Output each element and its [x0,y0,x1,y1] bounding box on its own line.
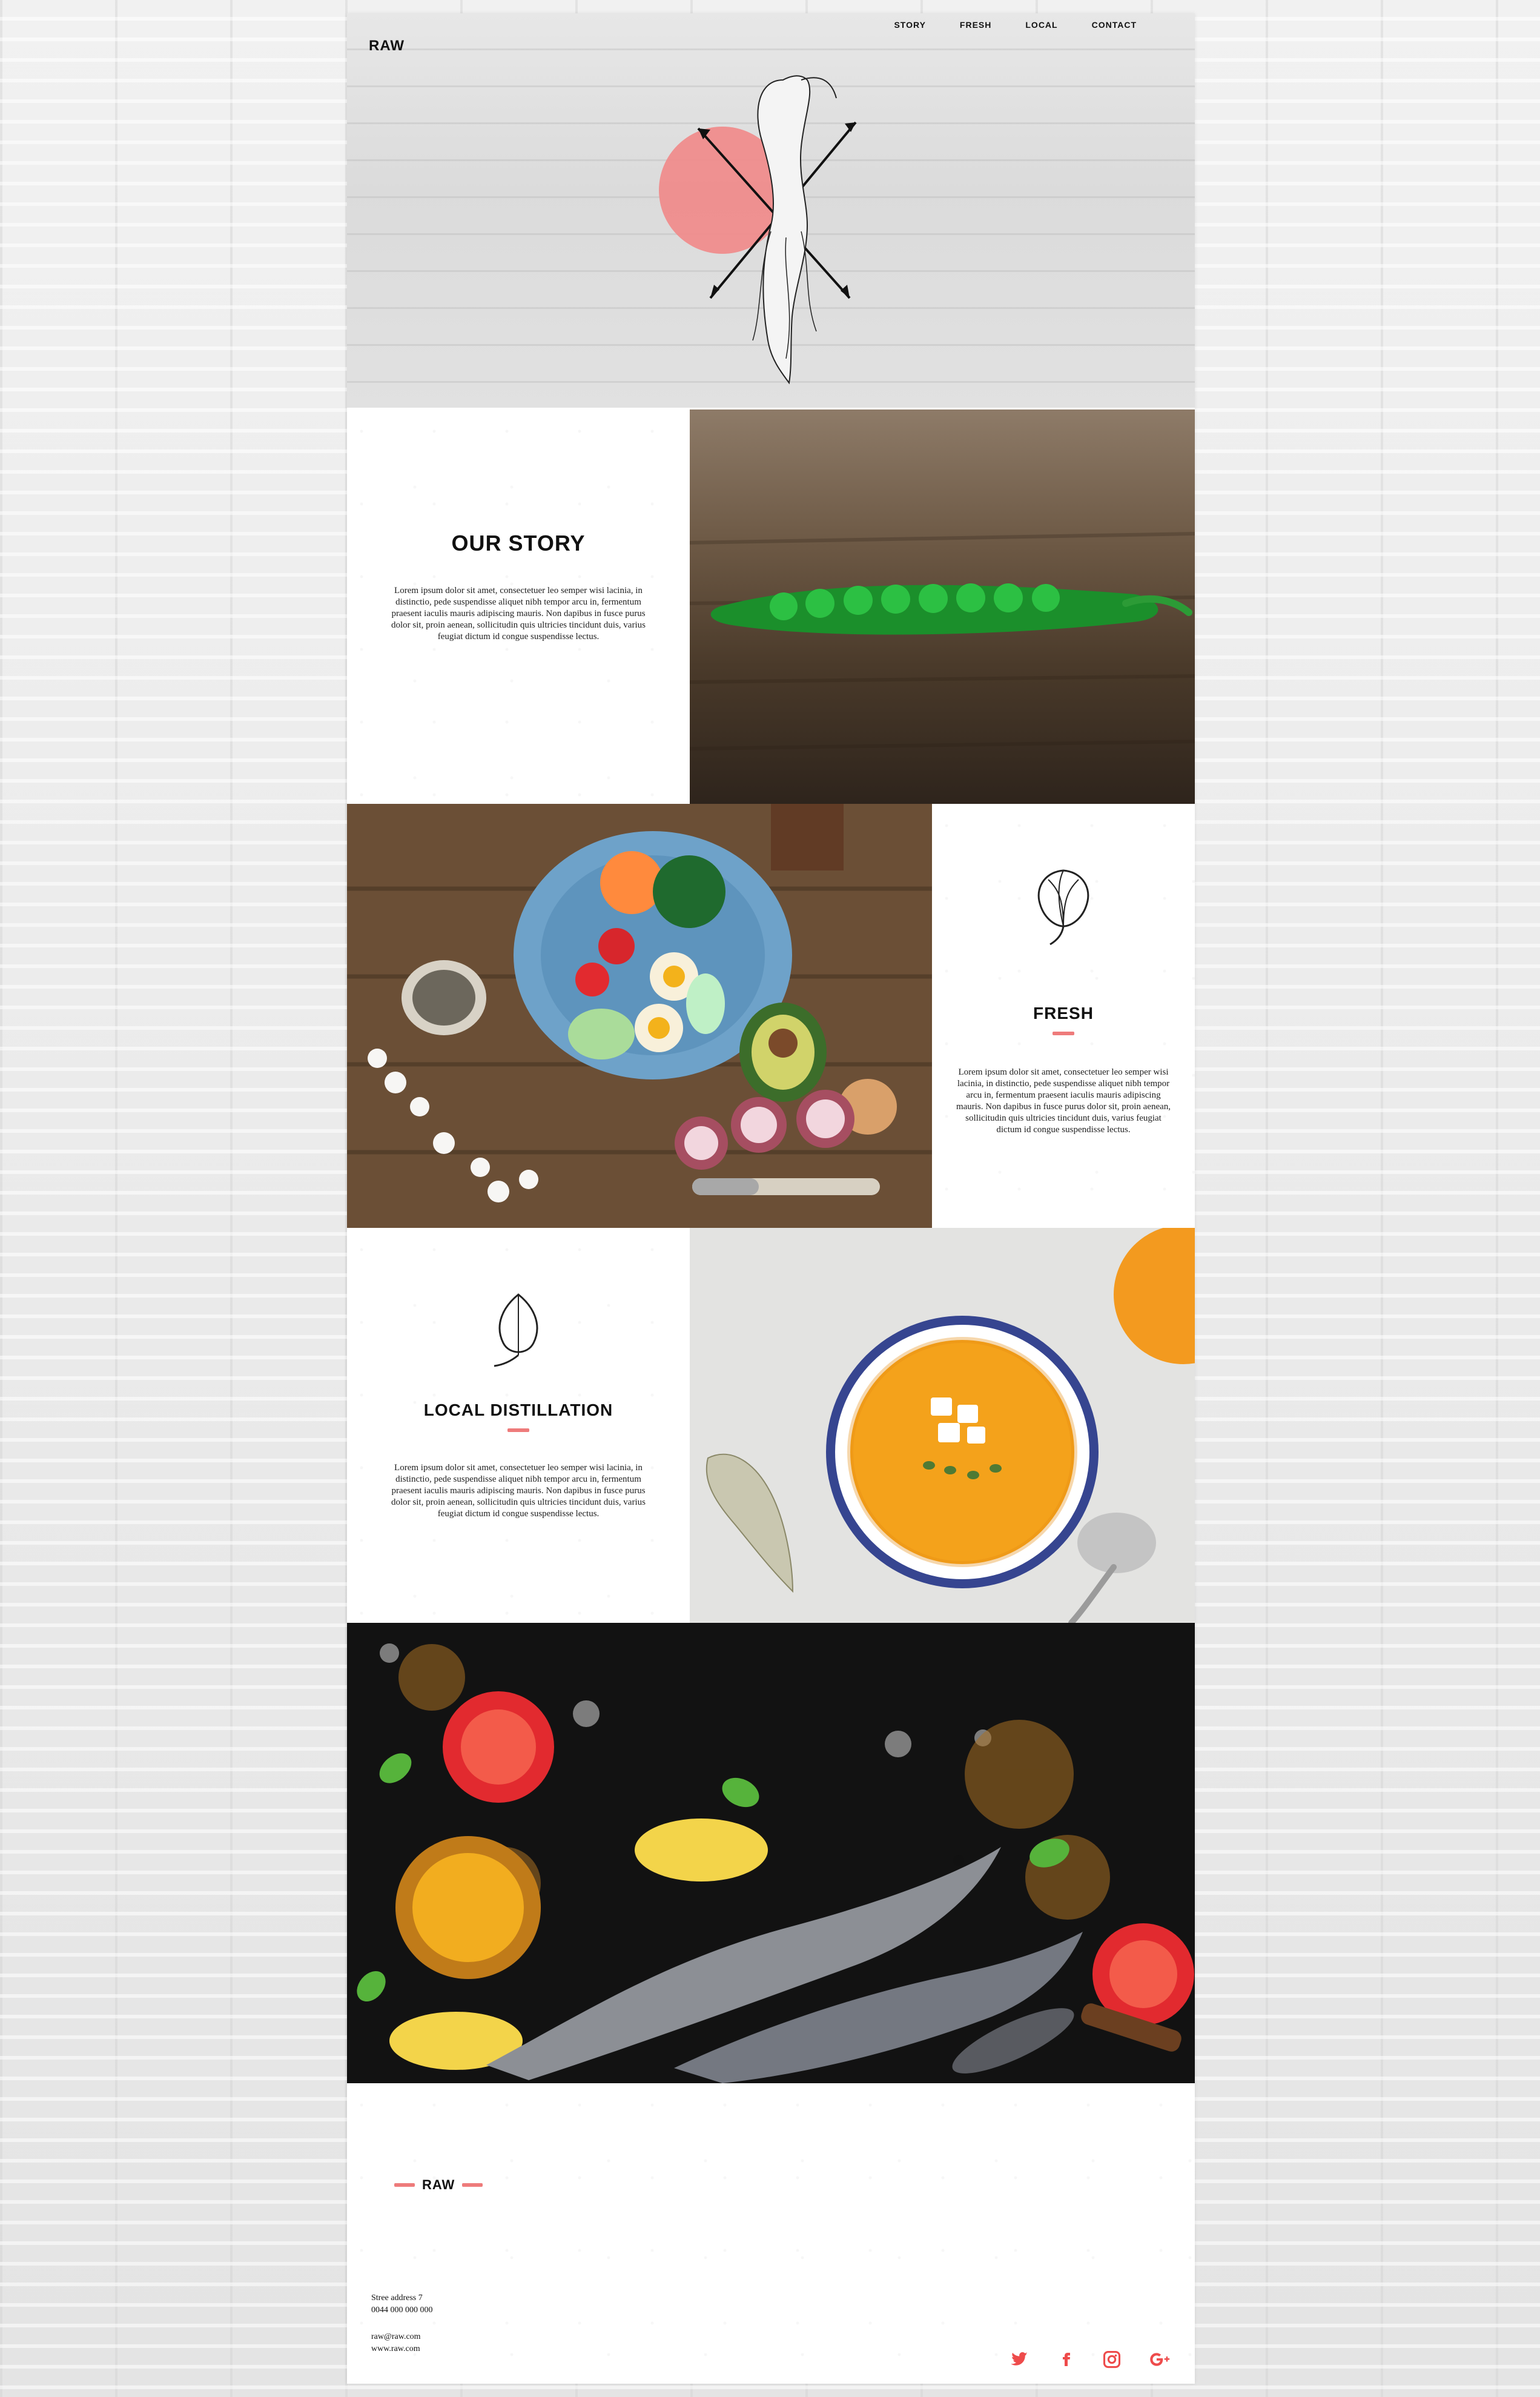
local-accent-line [507,1428,529,1432]
local-body: Lorem ipsum dolor sit amet, consectetuer… [391,1463,646,1519]
footer-email[interactable]: raw@raw.com [371,2331,433,2343]
story-title: OUR STORY [451,531,586,555]
footer-logo[interactable]: RAW [422,2177,455,2193]
main-nav: STORY FRESH LOCAL CONTACT [877,17,1154,33]
fresh-text-panel: FRESH Lorem ipsum dolor sit amet, consec… [932,804,1195,1228]
hero-section: RAW STORY FRESH LOCAL CONTACT [347,13,1195,408]
story-text-panel: OUR STORY Lorem ipsum dolor sit amet, co… [347,409,690,804]
fresh-accent-line [1053,1032,1074,1035]
local-text-panel: LOCAL DISTILLATION Lorem ipsum dolor sit… [347,1228,690,1623]
footer-spacer [371,2316,433,2331]
story-text-block: OUR STORY Lorem ipsum dolor sit amet, co… [391,531,646,643]
footer-address: Stree address 7 [371,2293,423,2303]
fresh-title: FRESH [1033,1004,1094,1023]
nav-item-local[interactable]: LOCAL [1008,17,1074,33]
footer-rule-left [394,2183,415,2187]
footer-logo-with-rules: RAW [394,2177,483,2193]
leaf-sketch-icon [494,1293,538,1367]
soup-bowl-photo [690,1228,1195,1623]
hero-illustration [659,75,857,385]
footer-phone: 0044 000 000 000 [371,2306,433,2315]
footer-contact-block: Stree address 7 0044 000 000 000 raw@raw… [371,2292,433,2355]
artichoke-sketch-icon [1037,869,1089,946]
facebook-icon[interactable] [1059,2350,1074,2369]
footer-website[interactable]: www.raw.com [371,2343,433,2355]
nav-item-contact[interactable]: CONTACT [1075,17,1154,33]
footer-logo-row: RAW [394,2177,483,2193]
website-page: RAW STORY FRESH LOCAL CONTACT OUR STORY … [347,13,1195,2384]
fresh-text-block: FRESH Lorem ipsum dolor sit amet, consec… [936,1004,1191,1136]
site-logo[interactable]: RAW [369,38,405,55]
story-body: Lorem ipsum dolor sit amet, consectetuer… [391,586,646,642]
google-plus-icon[interactable] [1150,2350,1171,2369]
fresh-body: Lorem ipsum dolor sit amet, consectetuer… [956,1067,1171,1135]
fish-ingredients-photo [347,1623,1195,2083]
salad-bowl-photo [347,804,932,1228]
instagram-icon[interactable] [1103,2350,1121,2369]
peas-photo [690,409,1195,804]
nav-item-fresh[interactable]: FRESH [943,17,1008,33]
social-links [1008,2350,1171,2369]
footer-rule-right [462,2183,483,2187]
local-text-block: LOCAL DISTILLATION Lorem ipsum dolor sit… [391,1401,646,1520]
footer: RAW Stree address 7 0044 000 000 000 raw… [347,2083,1195,2384]
twitter-icon[interactable] [1008,2350,1030,2369]
local-title: LOCAL DISTILLATION [423,1401,613,1419]
nav-item-story[interactable]: STORY [877,17,942,33]
